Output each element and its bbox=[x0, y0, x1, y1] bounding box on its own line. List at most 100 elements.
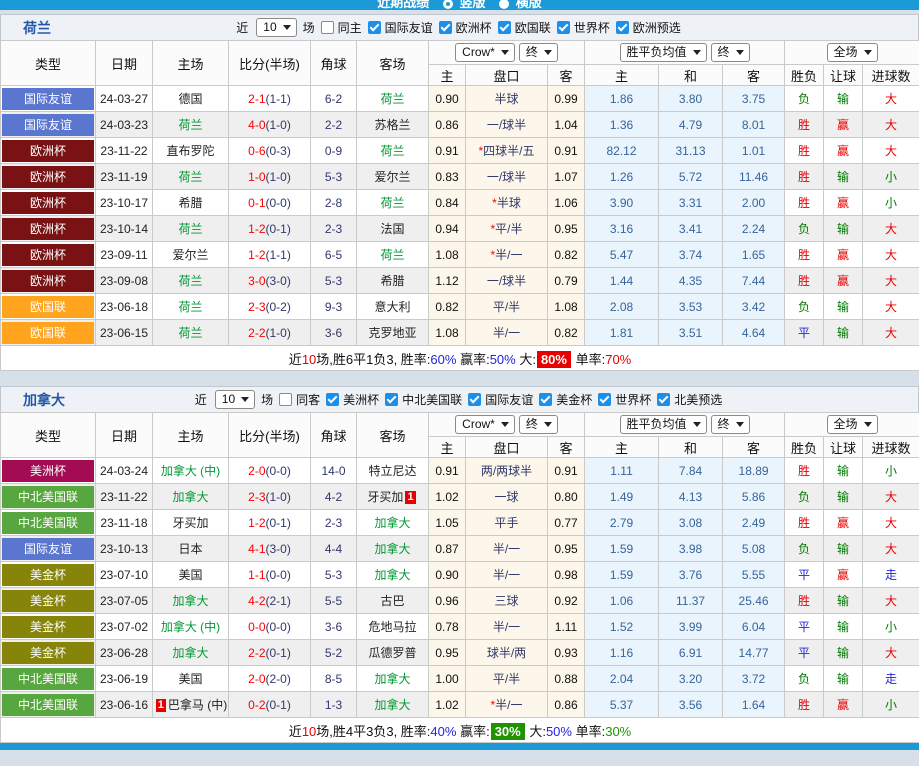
avg-win-odds: 5.37 bbox=[584, 691, 660, 718]
score-cell: 2-3(0-2) bbox=[228, 293, 311, 320]
handicap-line: 半/一 bbox=[492, 568, 521, 582]
competition-checkbox-2[interactable] bbox=[468, 393, 482, 406]
fulltime-score: 4-1 bbox=[248, 541, 266, 556]
competition-checkbox-1[interactable] bbox=[385, 393, 399, 406]
handicap-result: 赢 bbox=[823, 137, 864, 164]
goals-result: 大 bbox=[862, 639, 919, 666]
match-result: 胜 bbox=[784, 509, 825, 536]
competition-checkbox-4[interactable] bbox=[615, 21, 629, 34]
match-type-cell: 欧洲杯 bbox=[0, 241, 96, 268]
match-result: 胜 bbox=[784, 587, 825, 614]
scope-select[interactable]: 全场 bbox=[826, 415, 878, 434]
goals-result-text: 大 bbox=[885, 274, 898, 288]
competition-checkbox-2[interactable] bbox=[497, 21, 511, 34]
handicap-result: 赢 bbox=[823, 189, 864, 216]
team-name: 加拿大 (中) bbox=[160, 464, 221, 478]
home-odds: 0.83 bbox=[428, 163, 466, 190]
sub-column-header: 胜负 bbox=[784, 64, 825, 86]
handicap-cell: 球半/两 bbox=[465, 639, 548, 666]
odds-time-select[interactable]: 终 bbox=[518, 415, 558, 434]
match-date: 24-03-23 bbox=[95, 111, 153, 138]
near-label: 近 bbox=[236, 21, 249, 35]
home-odds: 1.02 bbox=[428, 483, 466, 510]
away-team: 加拿大 bbox=[356, 691, 429, 718]
bottom-bar bbox=[0, 743, 919, 750]
match-date: 24-03-24 bbox=[95, 457, 153, 484]
avg-time-select[interactable]: 终 bbox=[710, 43, 750, 62]
table-row: 美金杯 23-07-10 美国 1-1(0-0) 5-3 加拿大 0.90 半/一 0.98 1.… bbox=[0, 561, 919, 588]
team-name: 爱尔兰 bbox=[374, 170, 411, 184]
halftime-score: (0-0) bbox=[265, 195, 291, 210]
avg-draw-odds: 3.53 bbox=[658, 293, 724, 320]
chevron-down-icon bbox=[735, 50, 744, 55]
layout-radio-vertical[interactable] bbox=[442, 0, 453, 9]
away-odds: 0.82 bbox=[546, 241, 586, 268]
away-team: 加拿大 bbox=[356, 509, 429, 536]
column-header: 角球 bbox=[310, 412, 357, 458]
recent-count-select[interactable]: 10 bbox=[256, 18, 297, 37]
layout-radio-horizontal-label[interactable]: 横版 bbox=[516, 0, 542, 10]
avg-draw-odds: 3.20 bbox=[658, 665, 724, 692]
avg-time-select[interactable]: 终 bbox=[710, 415, 750, 434]
avg-draw-odds: 6.91 bbox=[658, 639, 724, 666]
competition-checkbox-1[interactable] bbox=[438, 21, 452, 34]
recent-count-select[interactable]: 10 bbox=[214, 390, 256, 409]
handicap-cell: *半/一 bbox=[465, 691, 548, 718]
match-date: 23-09-11 bbox=[95, 241, 153, 268]
match-type-cell: 美金杯 bbox=[0, 613, 96, 640]
select-value: 终 bbox=[717, 417, 730, 431]
same-venue-checkbox[interactable] bbox=[279, 393, 293, 406]
red-card-badge: 1 bbox=[405, 491, 416, 505]
avg-type-select[interactable]: 胜平负均值 bbox=[619, 415, 707, 434]
corner-score: 2-2 bbox=[310, 111, 357, 138]
away-team: 古巴 bbox=[356, 587, 429, 614]
competition-checkbox-3[interactable] bbox=[539, 393, 553, 406]
score-cell: 4-2(2-1) bbox=[228, 587, 311, 614]
match-result-text: 平 bbox=[798, 646, 811, 660]
corner-score: 5-2 bbox=[310, 639, 357, 666]
competition-checkbox-5[interactable] bbox=[657, 393, 671, 406]
avg-lose-odds: 5.86 bbox=[722, 483, 786, 510]
competition-label: 欧洲预选 bbox=[632, 21, 681, 35]
match-type-badge: 美金杯 bbox=[2, 589, 94, 612]
score-cell: 2-1(1-1) bbox=[228, 85, 311, 112]
home-team: 荷兰 bbox=[152, 215, 229, 242]
scope-select[interactable]: 全场 bbox=[826, 43, 878, 62]
goals-result-text: 大 bbox=[885, 92, 898, 106]
score-cell: 4-0(1-0) bbox=[228, 111, 311, 138]
match-result-text: 胜 bbox=[798, 516, 811, 530]
competition-checkbox-3[interactable] bbox=[556, 21, 570, 34]
avg-lose-odds: 2.00 bbox=[722, 189, 786, 216]
column-header: 客场 bbox=[356, 40, 429, 86]
fulltime-score: 2-1 bbox=[248, 91, 266, 106]
competition-checkbox-0[interactable] bbox=[367, 21, 381, 34]
fulltime-score: 0-1 bbox=[248, 195, 266, 210]
team-sections: 荷兰近 10 场同主 国际友谊 欧洲杯 欧国联 世界杯 欧洲预选 类型 日期 主场 比分(半场) 角球客… bbox=[0, 14, 919, 743]
odds-time-select[interactable]: 终 bbox=[518, 43, 558, 62]
match-type-cell: 中北美国联 bbox=[0, 665, 96, 692]
table-row: 美金杯 23-07-05 加拿大 4-2(2-1) 5-5 古巴 0.96 三球 0.92 1.0… bbox=[0, 587, 919, 614]
page-title: 近期战绩 bbox=[377, 0, 430, 10]
section-header-row: 加拿大 近 10 场 同客 美洲杯 中北美国联 国际友谊 美金杯 世界杯 北美预选 bbox=[0, 386, 919, 412]
layout-radio-horizontal[interactable] bbox=[499, 0, 510, 9]
competition-label: 国际友谊 bbox=[384, 21, 433, 35]
table-row: 欧国联 23-06-15 荷兰 2-2(1-0) 3-6 克罗地亚 1.08 半/一 0.82 1… bbox=[0, 319, 919, 346]
competition-checkbox-4[interactable] bbox=[598, 393, 612, 406]
halftime-score: (3-0) bbox=[265, 541, 291, 556]
select-value: 全场 bbox=[833, 45, 858, 59]
avg-win-odds: 1.36 bbox=[584, 111, 660, 138]
bookmaker-select[interactable]: Crow* bbox=[455, 43, 515, 62]
layout-radio-vertical-label[interactable]: 竖版 bbox=[459, 0, 485, 10]
fulltime-score: 1-0 bbox=[248, 169, 266, 184]
home-odds: 1.05 bbox=[428, 509, 466, 536]
bookmaker-select[interactable]: Crow* bbox=[455, 415, 515, 434]
match-date: 23-10-13 bbox=[95, 535, 153, 562]
same-venue-checkbox[interactable] bbox=[320, 21, 334, 34]
avg-type-select[interactable]: 胜平负均值 bbox=[619, 43, 707, 62]
score-cell: 4-1(3-0) bbox=[228, 535, 311, 562]
team-name: 加拿大 bbox=[172, 646, 209, 660]
competition-checkbox-0[interactable] bbox=[326, 393, 340, 406]
summary-part: 大: bbox=[515, 351, 536, 367]
avg-win-odds: 1.44 bbox=[584, 267, 660, 294]
fulltime-score: 2-0 bbox=[248, 463, 266, 478]
